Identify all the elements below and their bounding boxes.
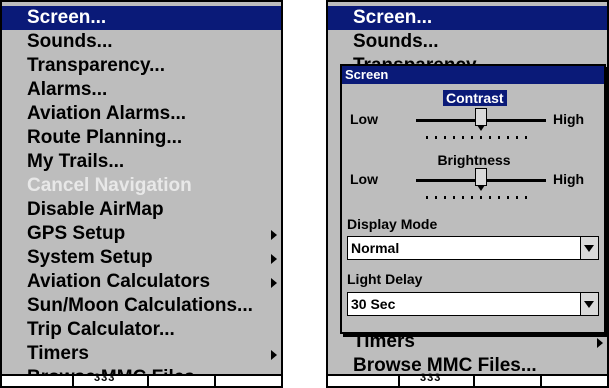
dropdown-arrow-icon[interactable]: [580, 237, 598, 259]
menu-item[interactable]: Disable AirMap: [2, 198, 281, 222]
dialog-title: Screen: [342, 66, 604, 84]
contrast-low-label: Low: [350, 111, 378, 127]
bottom-status-bar: 333: [328, 372, 607, 386]
menu-item[interactable]: Sounds...: [2, 30, 281, 54]
menu-item[interactable]: Alarms...: [2, 78, 281, 102]
submenu-arrow-icon: [271, 350, 277, 360]
menu-item[interactable]: Transparency...: [2, 54, 281, 78]
submenu-arrow-icon: [271, 278, 277, 288]
right-menu-panel: Screen... Sounds... Transparency... Time…: [326, 0, 609, 388]
menu-item-label: Sun/Moon Calculations...: [27, 295, 253, 316]
menu-item-label: My Trails...: [27, 151, 125, 172]
slider-tick: [489, 136, 491, 139]
contrast-slider-thumb[interactable]: [475, 108, 487, 131]
slider-tick: [498, 136, 500, 139]
brightness-high-label: High: [553, 171, 585, 187]
slider-tick: [426, 196, 428, 199]
menu-item[interactable]: Timers: [2, 342, 281, 366]
menu-item-label: Alarms...: [27, 79, 108, 100]
menu-item-label: Cancel Navigation: [27, 175, 192, 196]
menu-item-label: System Setup: [27, 247, 153, 268]
menu-item-screen[interactable]: Screen...: [328, 6, 607, 30]
bar-divider: [473, 376, 475, 386]
slider-tick: [507, 136, 509, 139]
slider-tick: [516, 136, 518, 139]
menu-item-sounds[interactable]: Sounds...: [328, 30, 607, 54]
bar-text: 333: [94, 372, 116, 384]
slider-tick: [525, 196, 527, 199]
menu-item-label: Route Planning...: [27, 127, 183, 148]
slider-tick: [462, 196, 464, 199]
menu-item[interactable]: System Setup: [2, 246, 281, 270]
menu-item[interactable]: Screen...: [2, 6, 281, 30]
menu-item-label: Sounds...: [27, 31, 113, 52]
menu-item[interactable]: Route Planning...: [2, 126, 281, 150]
menu-item-label: Trip Calculator...: [27, 319, 175, 340]
bar-text: 333: [420, 372, 442, 384]
slider-tick: [471, 136, 473, 139]
menu-item-label: Screen...: [27, 7, 107, 28]
slider-tick: [516, 196, 518, 199]
slider-tick: [444, 196, 446, 199]
bar-divider: [540, 376, 542, 386]
light-delay-select[interactable]: 30 Sec: [347, 292, 599, 316]
submenu-arrow-icon: [271, 254, 277, 264]
slider-tick: [480, 196, 482, 199]
light-delay-label: Light Delay: [347, 271, 423, 287]
slider-tick: [453, 196, 455, 199]
bar-divider: [398, 376, 400, 386]
bar-divider: [214, 376, 216, 386]
contrast-label: Contrast: [443, 90, 507, 106]
slider-tick: [462, 136, 464, 139]
slider-tick: [525, 136, 527, 139]
brightness-slider-thumb[interactable]: [475, 168, 487, 191]
slider-tick: [435, 136, 437, 139]
menu-item[interactable]: Aviation Calculators: [2, 270, 281, 294]
slider-tick: [453, 136, 455, 139]
menu-item[interactable]: My Trails...: [2, 150, 281, 174]
dropdown-arrow-icon[interactable]: [580, 293, 598, 315]
menu-item-label: Aviation Alarms...: [27, 103, 187, 124]
menu-item-label: GPS Setup: [27, 223, 126, 244]
brightness-label: Brightness: [437, 152, 511, 168]
menu-item-label: Disable AirMap: [27, 199, 164, 220]
contrast-high-label: High: [553, 111, 585, 127]
slider-tick: [435, 196, 437, 199]
menu-item[interactable]: Trip Calculator...: [2, 318, 281, 342]
brightness-low-label: Low: [350, 171, 378, 187]
bar-divider: [147, 376, 149, 386]
light-delay-value: 30 Sec: [351, 296, 396, 312]
display-mode-value: Normal: [351, 240, 400, 256]
menu-item-label: Timers: [27, 343, 89, 364]
menu-item[interactable]: Sun/Moon Calculations...: [2, 294, 281, 318]
slider-tick: [480, 136, 482, 139]
contrast-ticks: [426, 136, 536, 139]
slider-tick: [426, 136, 428, 139]
submenu-arrow-icon: [597, 338, 603, 348]
menu-item: Cancel Navigation: [2, 174, 281, 198]
slider-tick: [507, 196, 509, 199]
slider-tick: [498, 196, 500, 199]
bar-divider: [72, 376, 74, 386]
display-mode-select[interactable]: Normal: [347, 236, 599, 260]
slider-tick: [471, 196, 473, 199]
bottom-status-bar: 333: [2, 372, 281, 386]
submenu-arrow-icon: [271, 230, 277, 240]
brightness-ticks: [426, 196, 536, 199]
screen-dialog: Screen Contrast Low High Brightness Low …: [340, 64, 606, 334]
slider-tick: [489, 196, 491, 199]
menu-item[interactable]: Aviation Alarms...: [2, 102, 281, 126]
display-mode-label: Display Mode: [347, 216, 438, 232]
menu-item-label: Aviation Calculators: [27, 271, 211, 292]
menu-item[interactable]: GPS Setup: [2, 222, 281, 246]
left-menu-panel: Screen... Sounds... Transparency... Alarms.…: [0, 0, 283, 388]
slider-tick: [444, 136, 446, 139]
menu-item-label: Transparency...: [27, 55, 165, 76]
